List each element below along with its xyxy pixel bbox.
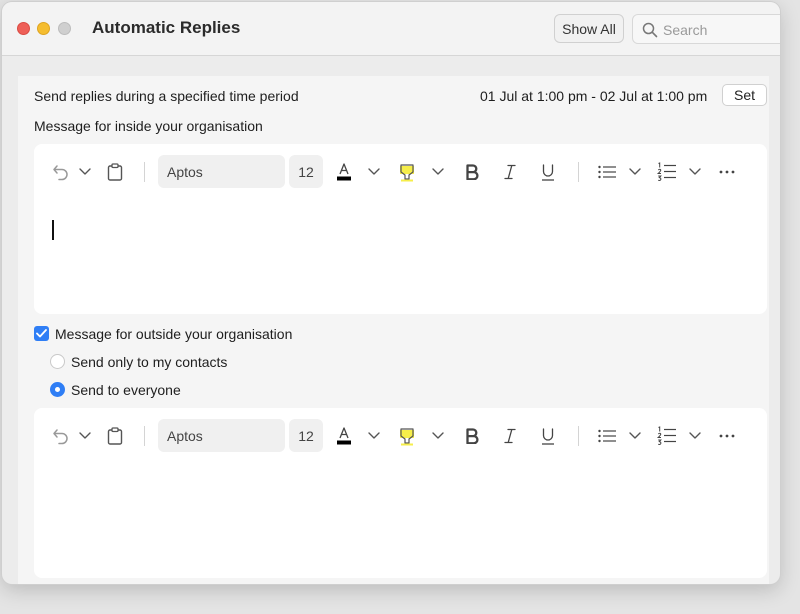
underline-button[interactable] <box>538 418 558 454</box>
window-title: Automatic Replies <box>92 18 241 37</box>
undo-dropdown[interactable] <box>76 418 94 454</box>
font-color-button[interactable] <box>333 418 355 454</box>
zoom-window-button[interactable] <box>58 22 71 35</box>
underline-icon <box>542 427 554 445</box>
chevron-down-icon <box>368 432 380 439</box>
send-only-contacts-label[interactable]: Send only to my contacts <box>71 354 227 370</box>
font-family-select[interactable]: Aptos <box>158 155 285 188</box>
search-field[interactable] <box>632 14 780 44</box>
bullet-list-dropdown[interactable] <box>626 154 644 190</box>
minimize-window-button[interactable] <box>37 22 50 35</box>
chevron-down-icon <box>689 168 701 175</box>
set-time-button[interactable]: Set <box>722 84 767 106</box>
numbered-list-icon <box>657 426 676 445</box>
clipboard-icon <box>107 163 123 181</box>
numbered-list-icon <box>657 162 676 181</box>
automatic-replies-window: Automatic Replies Show All Send replies … <box>2 2 780 584</box>
title-bar: Automatic Replies Show All <box>2 2 780 56</box>
more-options-button[interactable] <box>716 418 738 454</box>
search-icon <box>642 22 658 38</box>
bullet-list-icon <box>598 429 616 443</box>
chevron-down-icon <box>629 432 641 439</box>
underline-icon <box>542 163 554 181</box>
undo-button[interactable] <box>50 154 72 190</box>
chevron-down-icon <box>79 432 91 439</box>
undo-icon <box>53 429 68 445</box>
send-everyone-label[interactable]: Send to everyone <box>71 382 181 398</box>
close-window-button[interactable] <box>17 22 30 35</box>
paste-button[interactable] <box>106 418 124 454</box>
chevron-down-icon <box>368 168 380 175</box>
italic-button[interactable] <box>500 154 520 190</box>
font-color-dropdown[interactable] <box>365 418 383 454</box>
numbered-list-button[interactable] <box>656 418 678 454</box>
settings-panel: Send replies during a specified time per… <box>18 76 769 584</box>
checkmark-icon <box>36 329 47 338</box>
font-family-select[interactable]: Aptos <box>158 419 285 452</box>
highlight-icon <box>400 164 414 182</box>
highlight-icon <box>400 428 414 446</box>
outside-message-checkbox[interactable] <box>34 326 49 341</box>
more-icon <box>719 434 735 438</box>
undo-icon <box>53 165 68 181</box>
highlight-button[interactable] <box>396 154 418 190</box>
schedule-range: 01 Jul at 1:00 pm - 02 Jul at 1:00 pm <box>480 88 708 104</box>
chevron-down-icon <box>629 168 641 175</box>
underline-button[interactable] <box>538 154 558 190</box>
font-color-dropdown[interactable] <box>365 154 383 190</box>
bullet-list-button[interactable] <box>596 418 618 454</box>
highlight-dropdown[interactable] <box>429 418 447 454</box>
bold-button[interactable] <box>462 418 482 454</box>
bullet-list-icon <box>598 165 616 179</box>
font-color-button[interactable] <box>333 154 355 190</box>
outside-formatting-toolbar: Aptos 12 <box>34 418 767 454</box>
highlight-dropdown[interactable] <box>429 154 447 190</box>
text-cursor <box>52 220 54 240</box>
numbered-list-dropdown[interactable] <box>686 154 704 190</box>
italic-icon <box>504 164 516 180</box>
inside-formatting-toolbar: Aptos 12 <box>34 154 767 190</box>
bold-button[interactable] <box>462 154 482 190</box>
highlight-button[interactable] <box>396 418 418 454</box>
inside-message-label: Message for inside your organisation <box>34 118 263 134</box>
radio-send-only-contacts[interactable] <box>50 354 65 369</box>
toolbar-separator <box>144 426 145 446</box>
chevron-down-icon <box>432 432 444 439</box>
search-input[interactable] <box>663 20 780 40</box>
italic-button[interactable] <box>500 418 520 454</box>
schedule-label: Send replies during a specified time per… <box>34 88 299 104</box>
paste-button[interactable] <box>106 154 124 190</box>
font-size-select[interactable]: 12 <box>289 155 323 188</box>
italic-icon <box>504 428 516 444</box>
toolbar-separator <box>578 162 579 182</box>
bullet-list-dropdown[interactable] <box>626 418 644 454</box>
radio-send-everyone[interactable] <box>50 382 65 397</box>
toolbar-separator <box>144 162 145 182</box>
clipboard-icon <box>107 427 123 445</box>
bullet-list-button[interactable] <box>596 154 618 190</box>
undo-dropdown[interactable] <box>76 154 94 190</box>
chevron-down-icon <box>689 432 701 439</box>
numbered-list-dropdown[interactable] <box>686 418 704 454</box>
chevron-down-icon <box>79 168 91 175</box>
show-all-button[interactable]: Show All <box>554 14 624 43</box>
font-color-icon <box>337 427 351 445</box>
font-size-select[interactable]: 12 <box>289 419 323 452</box>
undo-button[interactable] <box>50 418 72 454</box>
numbered-list-button[interactable] <box>656 154 678 190</box>
bold-icon <box>466 428 479 444</box>
inside-message-editor[interactable]: Aptos 12 <box>34 144 767 314</box>
toolbar-separator <box>578 426 579 446</box>
chevron-down-icon <box>432 168 444 175</box>
bold-icon <box>466 164 479 180</box>
more-icon <box>719 170 735 174</box>
more-options-button[interactable] <box>716 154 738 190</box>
outside-message-editor[interactable]: Aptos 12 <box>34 408 767 578</box>
outside-message-label[interactable]: Message for outside your organisation <box>55 326 292 342</box>
font-color-icon <box>337 163 351 181</box>
